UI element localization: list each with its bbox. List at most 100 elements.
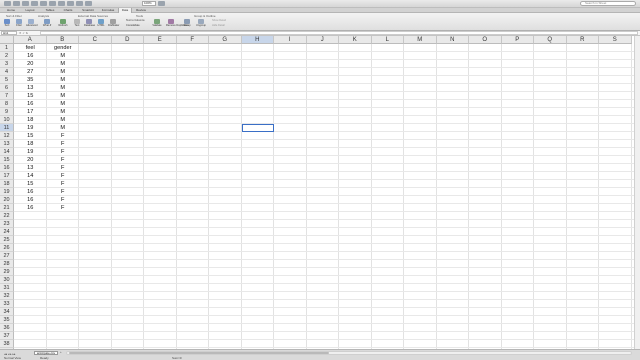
column-header-r[interactable]: R [566,36,599,44]
text-to-columns-button[interactable]: Text to Columns [126,19,145,22]
table-cell[interactable]: M [47,68,80,76]
row-header-8[interactable]: 8 [0,100,14,108]
row-header-18[interactable]: 18 [0,180,14,188]
table-cell[interactable]: 16 [14,100,47,108]
table-cell[interactable]: M [47,124,80,132]
row-header-20[interactable]: 20 [0,196,14,204]
save-icon[interactable] [22,1,29,6]
row-header-1[interactable]: 1 [0,44,14,52]
table-cell[interactable]: 27 [14,68,47,76]
row-header-29[interactable]: 29 [0,268,14,276]
header-cell-a[interactable]: feel [14,44,47,52]
table-cell[interactable]: M [47,92,80,100]
column-header-m[interactable]: M [404,36,437,44]
remove-duplicates-button[interactable]: Remove Duplicates [166,19,189,27]
table-cell[interactable]: 15 [14,132,47,140]
open-icon[interactable] [13,1,20,6]
autosum-icon[interactable] [58,1,65,6]
column-header-a[interactable]: A [14,36,47,44]
row-header-6[interactable]: 6 [0,84,14,92]
row-header-16[interactable]: 16 [0,164,14,172]
row-header-2[interactable]: 2 [0,52,14,60]
column-header-j[interactable]: J [306,36,339,44]
refresh-button[interactable]: Refresh [58,19,68,27]
table-cell[interactable]: M [47,60,80,68]
table-cell[interactable]: 18 [14,140,47,148]
zoom-select[interactable]: 100% [142,1,156,6]
table-cell[interactable]: F [47,132,80,140]
table-cell[interactable]: 16 [14,52,47,60]
column-header-n[interactable]: N [436,36,469,44]
column-header-d[interactable]: D [111,36,144,44]
column-header-e[interactable]: E [144,36,177,44]
undo-icon[interactable] [40,1,47,6]
hide-detail-button[interactable]: Hide Detail [212,24,225,27]
row-header-4[interactable]: 4 [0,68,14,76]
table-cell[interactable]: F [47,196,80,204]
row-header-14[interactable]: 14 [0,148,14,156]
row-header-26[interactable]: 26 [0,244,14,252]
column-header-g[interactable]: G [209,36,242,44]
table-cell[interactable]: 16 [14,188,47,196]
sort-icon[interactable] [67,1,74,6]
row-header-27[interactable]: 27 [0,252,14,260]
row-header-38[interactable]: 38 [0,340,14,348]
spreadsheet-grid[interactable]: A B C D E F G H I J K L M N O P Q R S 1 2 3 4 5 6 7 8 9 10 11 12 13 14 15… [0,36,640,349]
column-header-b[interactable]: B [46,36,79,44]
advanced-filter-button[interactable]: Advanced [26,19,38,27]
group-button[interactable]: Group [182,19,192,27]
row-header-3[interactable]: 3 [0,60,14,68]
view-mode-label[interactable]: Normal View [4,356,21,360]
table-cell[interactable]: 13 [14,164,47,172]
row-header-19[interactable]: 19 [0,188,14,196]
consolidate-button[interactable]: Consolidate [126,24,140,27]
redo-icon[interactable] [49,1,56,6]
row-header-35[interactable]: 35 [0,316,14,324]
print-icon[interactable] [31,1,38,6]
row-header-28[interactable]: 28 [0,260,14,268]
table-cell[interactable]: 20 [14,156,47,164]
column-header-q[interactable]: Q [534,36,567,44]
ungroup-button[interactable]: Ungroup [196,19,206,27]
table-cell[interactable]: M [47,84,80,92]
toolbox-icon[interactable] [85,1,92,6]
help-icon[interactable] [158,1,165,6]
table-cell[interactable]: F [47,140,80,148]
row-header-37[interactable]: 37 [0,332,14,340]
what-if-button[interactable]: What-If [42,19,52,27]
database-button[interactable]: Database [84,19,95,27]
column-header-p[interactable]: P [501,36,534,44]
column-header-s[interactable]: S [599,36,632,44]
column-header-c[interactable]: C [79,36,112,44]
table-cell[interactable]: 35 [14,76,47,84]
table-cell[interactable]: F [47,204,80,212]
table-cell[interactable]: M [47,100,80,108]
table-cell[interactable]: M [47,108,80,116]
row-header-15[interactable]: 15 [0,156,14,164]
sort-button[interactable]: Sort [2,19,12,27]
table-cell[interactable]: M [47,116,80,124]
table-cell[interactable]: 15 [14,92,47,100]
row-header-13[interactable]: 13 [0,140,14,148]
table-cell[interactable]: 19 [14,124,47,132]
column-header-f[interactable]: F [176,36,209,44]
row-header-34[interactable]: 34 [0,308,14,316]
sheet-tab[interactable]: anticipate.csv [34,351,58,355]
row-header-24[interactable]: 24 [0,228,14,236]
table-cell[interactable]: F [47,164,80,172]
horizontal-scrollbar[interactable] [66,351,632,355]
table-cell[interactable]: M [47,52,80,60]
column-header-h[interactable]: H [241,36,274,44]
formula-input[interactable] [40,31,638,35]
table-cell[interactable]: 20 [14,60,47,68]
row-header-23[interactable]: 23 [0,220,14,228]
row-header-5[interactable]: 5 [0,76,14,84]
filter-button[interactable]: Filter [14,19,24,27]
column-header-o[interactable]: O [469,36,502,44]
name-box[interactable]: H11 [1,31,17,35]
add-sheet-button[interactable]: + [60,351,64,355]
column-header-k[interactable]: K [339,36,372,44]
vertical-scrollbar[interactable] [634,36,640,349]
new-icon[interactable] [4,1,11,6]
table-cell[interactable]: 14 [14,172,47,180]
